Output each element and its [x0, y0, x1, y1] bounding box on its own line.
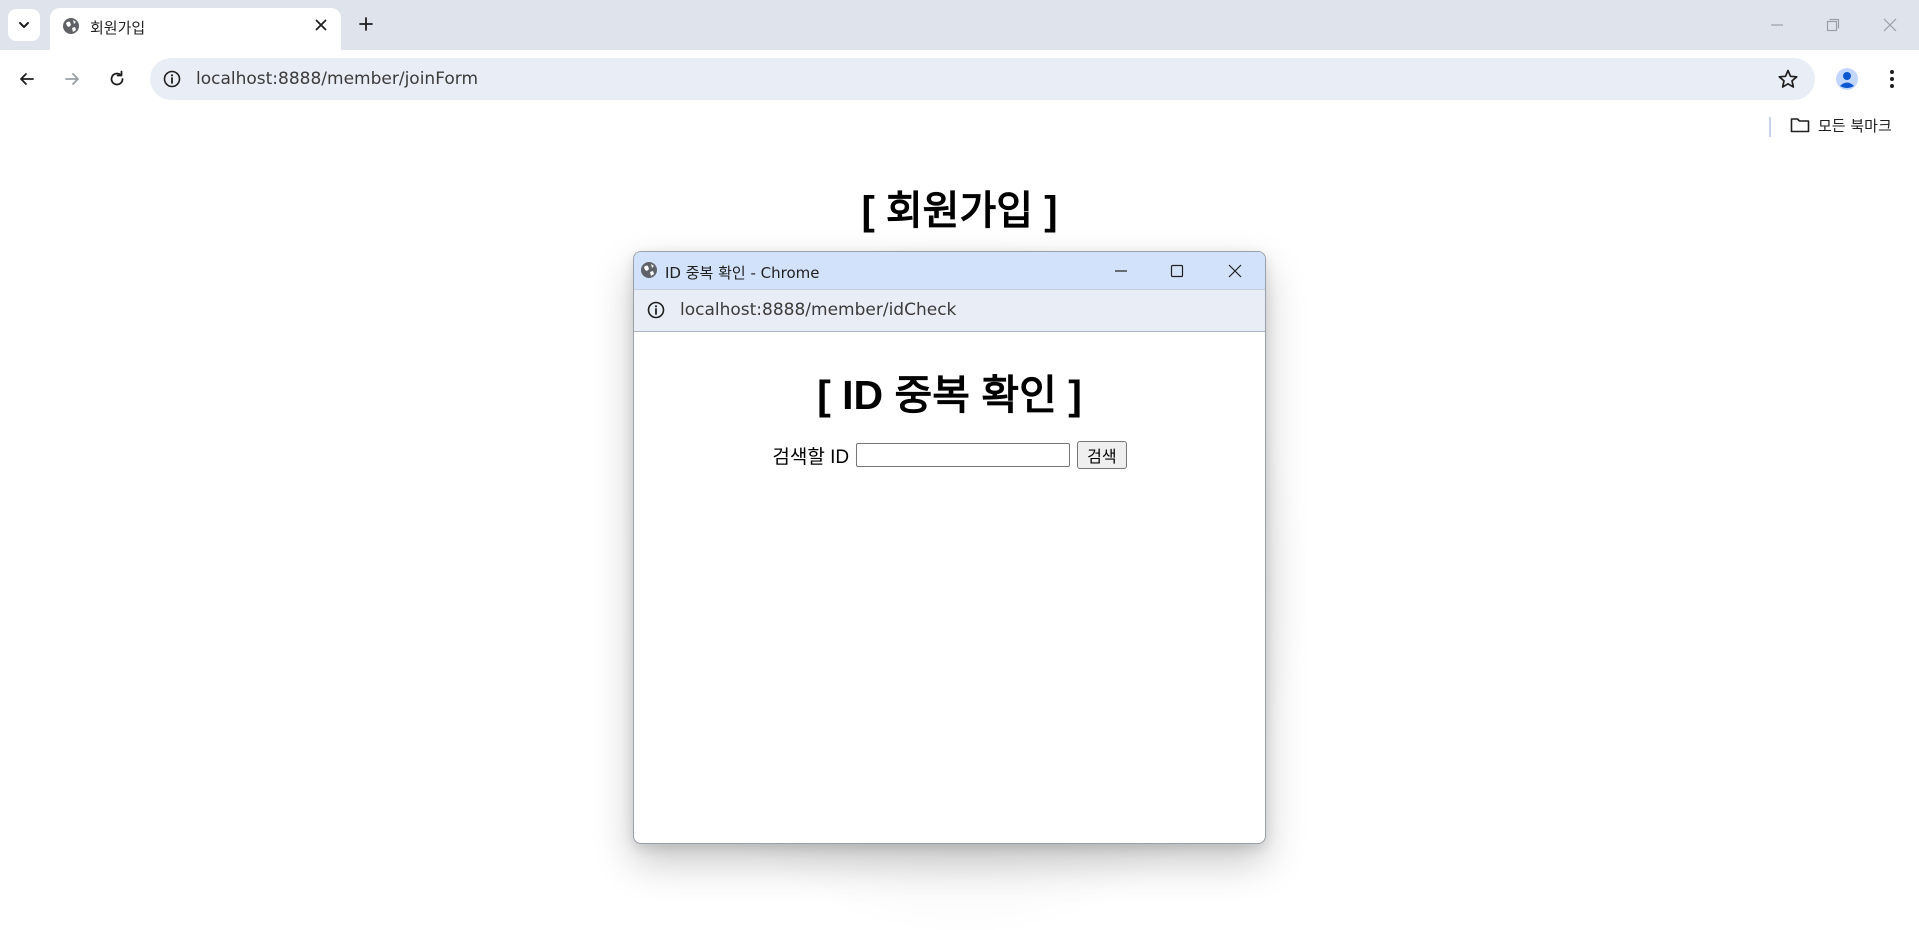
popup-maximize-button[interactable] [1164, 258, 1190, 284]
chevron-down-icon [19, 22, 29, 28]
bookmarks-divider [1769, 117, 1771, 137]
tab-search-button[interactable] [8, 9, 40, 41]
maximize-icon [1170, 264, 1184, 278]
search-id-label: 검색할 ID [772, 446, 850, 468]
arrow-left-icon [20, 73, 34, 85]
tab-strip: 회원가입 [0, 0, 1919, 50]
globe-icon [63, 18, 79, 34]
id-check-popup-window: ID 중복 확인 - Chrome localhost:8888/member/… [633, 251, 1266, 844]
new-tab-button[interactable] [354, 12, 378, 36]
minimize-icon [1771, 24, 1783, 26]
tab-close-button[interactable] [311, 15, 331, 35]
popup-heading: [ ID 중복 확인 ] [817, 372, 1082, 418]
popup-address-url: localhost:8888/member/idCheck [680, 300, 957, 320]
back-button[interactable] [11, 63, 43, 95]
folder-icon [1790, 118, 1810, 133]
globe-icon [641, 262, 657, 278]
reload-icon [110, 70, 124, 86]
search-button[interactable]: 검색 [1077, 441, 1127, 469]
popup-window-title: ID 중복 확인 - Chrome [665, 264, 820, 282]
bookmarks-bar: 모든 북마크 [0, 108, 1919, 142]
close-icon [1228, 264, 1242, 278]
reload-button[interactable] [101, 63, 133, 95]
restore-icon [1826, 18, 1840, 32]
popup-close-button[interactable] [1222, 258, 1248, 284]
plus-icon [359, 17, 373, 31]
close-icon [315, 19, 327, 31]
popup-titlebar[interactable]: ID 중복 확인 - Chrome [634, 252, 1265, 289]
address-bar[interactable]: localhost:8888/member/joinForm [150, 58, 1815, 100]
tab-title: 회원가입 [90, 19, 146, 37]
browser-toolbar: localhost:8888/member/joinForm [0, 50, 1919, 108]
person-icon [1836, 68, 1858, 90]
search-id-input[interactable] [856, 443, 1071, 467]
close-icon [1883, 18, 1897, 32]
page-title: [ 회원가입 ] [861, 189, 1058, 233]
profile-button[interactable] [1832, 64, 1862, 94]
forward-button[interactable] [56, 63, 88, 95]
star-icon[interactable] [1777, 68, 1799, 90]
restore-button[interactable] [1820, 12, 1846, 38]
window-close-button[interactable] [1877, 12, 1903, 38]
info-icon[interactable] [646, 300, 666, 320]
address-url[interactable]: localhost:8888/member/joinForm [196, 69, 478, 89]
info-icon[interactable] [162, 69, 182, 89]
browser-menu-button[interactable] [1877, 64, 1907, 94]
all-bookmarks-label: 모든 북마크 [1818, 116, 1892, 135]
id-search-form: 검색할 ID 검색 [634, 440, 1265, 470]
minimize-icon [1115, 270, 1127, 272]
tab-active[interactable]: 회원가입 [50, 8, 341, 50]
minimize-button[interactable] [1764, 12, 1790, 38]
popup-address-bar[interactable]: localhost:8888/member/idCheck [634, 289, 1265, 332]
kebab-menu-icon [1890, 70, 1894, 88]
all-bookmarks-button[interactable]: 모든 북마크 [1790, 114, 1892, 136]
arrow-right-icon [65, 73, 79, 85]
popup-minimize-button[interactable] [1108, 258, 1134, 284]
